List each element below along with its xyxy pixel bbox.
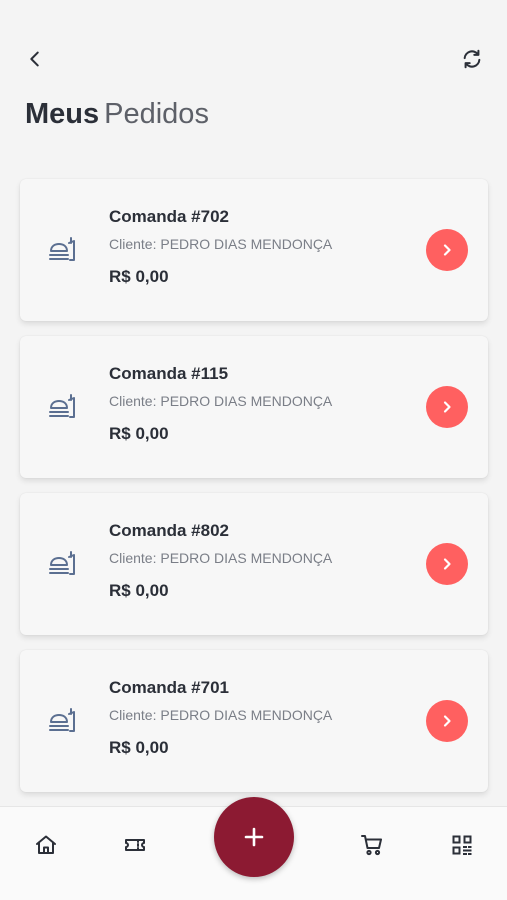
order-client: Cliente: PEDRO DIAS MENDONÇA	[109, 236, 333, 252]
order-card[interactable]: Comanda #115 Cliente: PEDRO DIAS MENDONÇ…	[20, 336, 488, 478]
orders-list: Comanda #702 Cliente: PEDRO DIAS MENDONÇ…	[20, 179, 488, 807]
order-total: R$ 0,00	[109, 581, 169, 600]
order-title: Comanda #701	[109, 678, 229, 697]
open-order-button[interactable]	[426, 229, 468, 271]
nav-qr-code[interactable]	[449, 832, 475, 858]
refresh-button[interactable]	[457, 44, 487, 74]
order-total: R$ 0,00	[109, 267, 169, 286]
food-tray-icon	[49, 708, 75, 732]
nav-tickets[interactable]	[122, 832, 148, 858]
order-total: R$ 0,00	[109, 424, 169, 443]
order-title: Comanda #115	[109, 364, 229, 383]
refresh-icon	[463, 49, 481, 69]
open-order-button[interactable]	[426, 543, 468, 585]
order-card[interactable]: Comanda #702 Cliente: PEDRO DIAS MENDONÇ…	[20, 179, 488, 321]
chevron-right-icon	[443, 401, 451, 413]
order-title: Comanda #702	[109, 207, 229, 226]
page-title: Meus Pedidos	[25, 94, 209, 134]
back-button[interactable]	[20, 44, 50, 74]
add-order-button[interactable]	[214, 797, 294, 877]
plus-icon	[244, 827, 264, 847]
chevron-left-icon	[30, 51, 39, 67]
order-client: Cliente: PEDRO DIAS MENDONÇA	[109, 550, 333, 566]
chevron-right-icon	[443, 558, 451, 570]
open-order-button[interactable]	[426, 700, 468, 742]
page-title-bold: Meus	[25, 98, 100, 130]
food-tray-icon	[49, 237, 75, 261]
food-tray-icon	[49, 551, 75, 575]
food-tray-icon	[49, 394, 75, 418]
order-title: Comanda #802	[109, 521, 229, 540]
page-title-light: Pedidos	[104, 98, 209, 130]
order-card[interactable]: Comanda #701 Cliente: PEDRO DIAS MENDONÇ…	[20, 650, 488, 792]
ticket-icon	[125, 839, 145, 851]
chevron-right-icon	[443, 244, 451, 256]
open-order-button[interactable]	[426, 386, 468, 428]
chevron-right-icon	[443, 715, 451, 727]
order-card[interactable]: Comanda #802 Cliente: PEDRO DIAS MENDONÇ…	[20, 493, 488, 635]
cart-icon	[361, 835, 382, 856]
order-client: Cliente: PEDRO DIAS MENDONÇA	[109, 393, 333, 409]
order-total: R$ 0,00	[109, 738, 169, 757]
order-client: Cliente: PEDRO DIAS MENDONÇA	[109, 707, 333, 723]
nav-home[interactable]	[33, 832, 59, 858]
qr-code-icon	[452, 835, 472, 855]
home-icon	[36, 835, 56, 854]
nav-cart[interactable]	[359, 832, 385, 858]
